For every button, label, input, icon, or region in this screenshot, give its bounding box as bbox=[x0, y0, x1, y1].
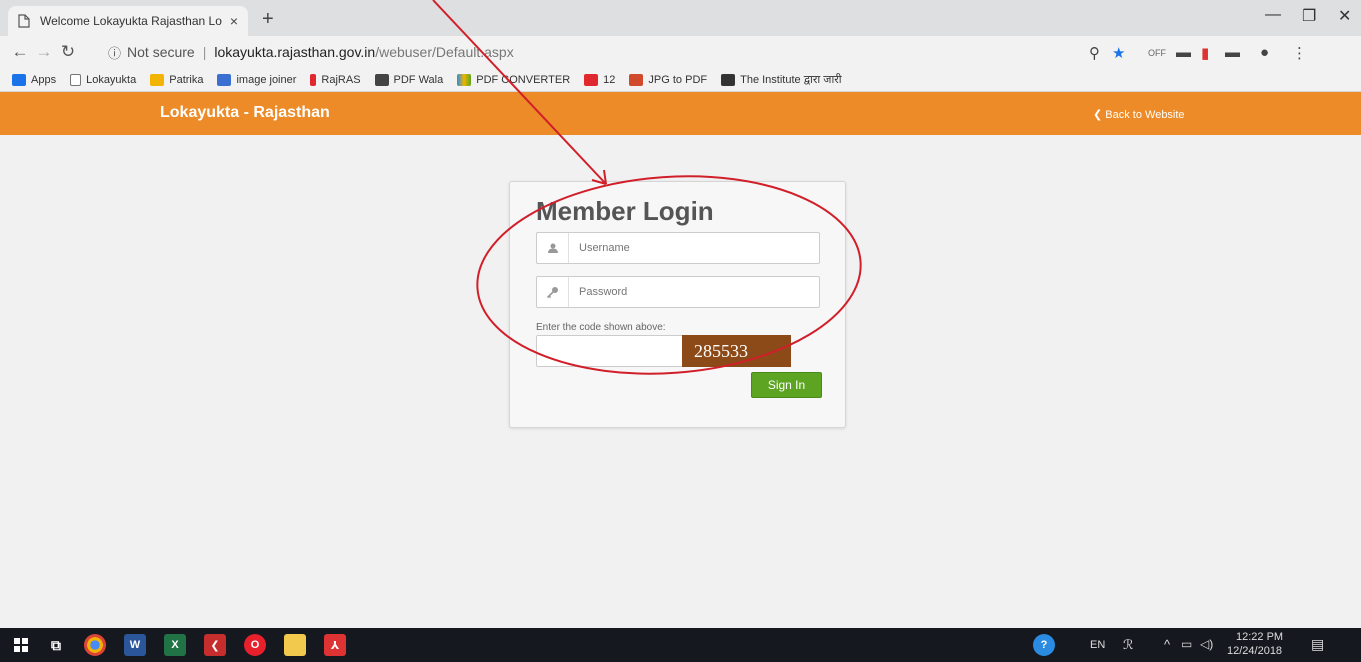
windows-start-icon[interactable] bbox=[10, 634, 32, 656]
minimize-button[interactable]: — bbox=[1265, 6, 1281, 24]
extension-cast-icon[interactable]: ▬ bbox=[1225, 44, 1240, 61]
password-field[interactable] bbox=[536, 276, 820, 308]
bookmarks-bar: Apps Lokayukta Patrika image joiner RajR… bbox=[0, 68, 1361, 92]
taskbar: ⧉ W X ❮ O ⅄ ? EN ℛ ^ ▭ ◁) 12:22 PM 12/24… bbox=[0, 628, 1361, 662]
captcha-input[interactable] bbox=[536, 335, 684, 367]
bookmark-lokayukta[interactable]: Lokayukta bbox=[70, 73, 136, 86]
help-icon[interactable]: ? bbox=[1033, 634, 1055, 656]
volume-icon[interactable]: ◁) bbox=[1200, 637, 1213, 651]
page-title: Member Login bbox=[536, 196, 714, 226]
patrika-icon bbox=[150, 73, 165, 86]
forward-arrow-icon[interactable]: → bbox=[32, 42, 56, 62]
bookmark-image-joiner[interactable]: image joiner bbox=[217, 73, 296, 86]
app-red-icon[interactable]: ❮ bbox=[204, 634, 226, 656]
chrome-icon[interactable] bbox=[84, 634, 106, 656]
close-window-button[interactable]: ✕ bbox=[1338, 6, 1351, 26]
jpg-icon bbox=[217, 73, 232, 86]
sign-in-button[interactable]: Sign In bbox=[751, 372, 822, 398]
jpg-to-pdf-icon bbox=[629, 73, 644, 86]
rajras-icon bbox=[310, 73, 317, 86]
site-header: Lokayukta - Rajasthan ❮ Back to Website bbox=[0, 92, 1361, 135]
books-icon bbox=[374, 73, 389, 86]
login-panel: Member Login Enter the code shown above:… bbox=[509, 181, 846, 428]
site-brand[interactable]: Lokayukta - Rajasthan bbox=[160, 104, 330, 122]
browser-tab[interactable]: Welcome Lokayukta Rajasthan Lo × bbox=[8, 6, 248, 36]
page-icon bbox=[18, 14, 32, 28]
address-bar[interactable]: ⓘ Not secure | lokayukta.rajasthan.gov.i… bbox=[108, 40, 1113, 64]
tray-chevron-icon[interactable]: ^ bbox=[1164, 637, 1170, 652]
reload-icon[interactable]: ↻ bbox=[56, 42, 80, 62]
back-arrow-icon[interactable]: ← bbox=[8, 42, 32, 62]
url-divider: | bbox=[202, 44, 207, 60]
extension-glasses-icon[interactable]: ▬ bbox=[1176, 44, 1191, 61]
bookmark-star-icon[interactable]: ★ bbox=[1112, 44, 1125, 62]
institute-icon bbox=[721, 73, 736, 86]
task-view-icon[interactable]: ⧉ bbox=[45, 634, 67, 656]
people-icon[interactable]: ℛ bbox=[1123, 637, 1133, 653]
bookmark-youtube[interactable]: 12 bbox=[584, 73, 615, 86]
captcha-image: 285533 bbox=[682, 335, 791, 367]
new-tab-button[interactable]: + bbox=[262, 8, 274, 31]
clock-date[interactable]: 12/24/2018 bbox=[1227, 645, 1282, 657]
url-path: /webuser/Default.aspx bbox=[375, 44, 514, 60]
user-icon bbox=[537, 233, 569, 263]
youtube-icon bbox=[584, 73, 599, 86]
username-input[interactable] bbox=[569, 242, 809, 254]
profile-icon[interactable]: ● bbox=[1260, 44, 1269, 61]
language-indicator[interactable]: EN bbox=[1090, 639, 1105, 651]
file-explorer-icon[interactable] bbox=[284, 634, 306, 656]
info-icon[interactable]: ⓘ bbox=[108, 43, 121, 62]
tab-close-icon[interactable]: × bbox=[230, 13, 238, 29]
username-field[interactable] bbox=[536, 232, 820, 264]
key-icon bbox=[537, 277, 569, 307]
word-icon[interactable]: W bbox=[124, 634, 146, 656]
network-icon[interactable]: ▭ bbox=[1181, 637, 1192, 651]
bookmark-apps[interactable]: Apps bbox=[12, 73, 56, 86]
excel-icon[interactable]: X bbox=[164, 634, 186, 656]
browser-tab-strip: Welcome Lokayukta Rajasthan Lo × + — ❐ ✕ bbox=[0, 0, 1361, 36]
bookmark-pdf-converter[interactable]: PDF CONVERTER bbox=[457, 73, 570, 86]
browser-menu-icon[interactable]: ⋮ bbox=[1292, 44, 1307, 62]
opera-icon[interactable]: O bbox=[244, 634, 266, 656]
bookmark-patrika[interactable]: Patrika bbox=[150, 73, 203, 86]
acrobat-icon[interactable]: ⅄ bbox=[324, 634, 346, 656]
password-input[interactable] bbox=[569, 286, 809, 298]
tab-title: Welcome Lokayukta Rajasthan Lo bbox=[40, 14, 222, 28]
pdf-converter-icon bbox=[457, 73, 472, 86]
restore-button[interactable]: ❐ bbox=[1302, 6, 1316, 26]
url-host: lokayukta.rajasthan.gov.in bbox=[214, 44, 376, 60]
apps-grid-icon bbox=[12, 73, 26, 86]
back-to-website-link[interactable]: ❮ Back to Website bbox=[1093, 108, 1185, 121]
bookmark-the-institute[interactable]: The Institute द्वारा जारी bbox=[721, 72, 842, 87]
extension-pdf-icon[interactable]: ▮ bbox=[1201, 44, 1209, 62]
page-icon bbox=[70, 73, 82, 86]
notifications-icon[interactable]: ▤ bbox=[1311, 636, 1324, 653]
bookmark-pdf-wala[interactable]: PDF Wala bbox=[374, 73, 443, 86]
bookmark-jpg-to-pdf[interactable]: JPG to PDF bbox=[629, 73, 707, 86]
zoom-icon[interactable]: ⚲ bbox=[1089, 44, 1100, 62]
security-label: Not secure bbox=[127, 44, 195, 60]
extension-off-icon[interactable]: OFF bbox=[1148, 48, 1166, 58]
clock-time[interactable]: 12:22 PM bbox=[1236, 631, 1283, 643]
bookmark-rajras[interactable]: RajRAS bbox=[310, 73, 361, 86]
captcha-label: Enter the code shown above: bbox=[536, 322, 666, 333]
